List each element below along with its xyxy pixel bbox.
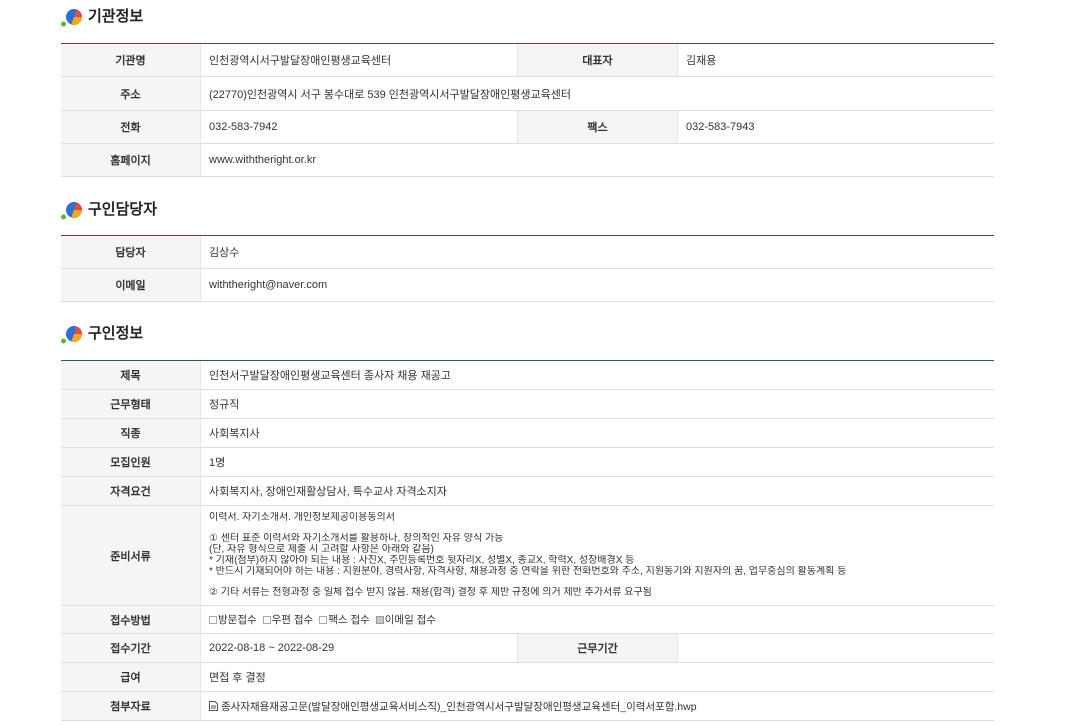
- method-mail-label: 우편 접수: [271, 614, 314, 626]
- documents-line: (단, 자유 형식으로 제출 시 고려할 사항은 아래와 같음): [209, 544, 434, 555]
- method-mail-checkbox[interactable]: [262, 615, 271, 624]
- address-value: (22770)인천광역시 서구 봉수대로 539 인천광역시서구발달장애인평생교…: [200, 77, 994, 110]
- salary-label: 급여: [61, 663, 200, 691]
- email-value: withtheright@naver.com: [200, 269, 994, 301]
- documents-line: ② 기타 서류는 전형과정 중 일체 접수 받지 않음. 채용(합격) 결정 후…: [209, 587, 652, 598]
- org-info-title: 기관정보: [88, 8, 144, 25]
- documents-label: 준비서류: [61, 506, 200, 605]
- method-fax-option[interactable]: 팩스 접수: [319, 612, 370, 627]
- contact-table: 담당자 김상수 이메일 withtheright@naver.com: [61, 235, 994, 302]
- org-info-heading: 기관정보: [61, 6, 143, 28]
- table-row: 홈페이지 www.withtheright.or.kr: [61, 144, 994, 177]
- table-row: 제목 인천서구발달장애인평생교육센터 종사자 채용 재공고: [61, 361, 994, 390]
- occupation-label: 직종: [61, 419, 200, 447]
- fax-value: 032-583-7943: [677, 111, 994, 143]
- method-email-checkbox[interactable]: [375, 615, 384, 624]
- work-period-value: [677, 634, 994, 662]
- table-row: 전화 032-583-7942 팩스 032-583-7943: [61, 111, 994, 144]
- job-posting-detail: 기관정보 기관명 인천광역시서구발달장애인평생교육센터 대표자 김재용 주소 (…: [0, 0, 1070, 725]
- application-method-label: 접수방법: [61, 606, 200, 633]
- work-period-label: 근무기간: [517, 634, 677, 662]
- salary-value: 면접 후 결정: [200, 663, 994, 691]
- attachment-label: 첨부자료: [61, 692, 200, 720]
- method-email-option[interactable]: 이메일 접수: [375, 612, 436, 627]
- phone-label: 전화: [61, 111, 200, 143]
- manager-value: 김상수: [200, 236, 994, 268]
- table-row: 주소 (22770)인천광역시 서구 봉수대로 539 인천광역시서구발달장애인…: [61, 77, 994, 111]
- contact-heading: 구인담당자: [61, 199, 157, 221]
- table-row: 급여 면접 후 결정: [61, 663, 994, 692]
- method-fax-checkbox[interactable]: [319, 615, 328, 624]
- org-info-table: 기관명 인천광역시서구발달장애인평생교육센터 대표자 김재용 주소 (22770…: [61, 43, 994, 177]
- file-icon: [209, 701, 218, 711]
- method-visit-option[interactable]: 방문접수: [209, 612, 257, 627]
- table-row: 직종 사회복지사: [61, 419, 994, 448]
- documents-line: * 반드시 기재되어야 하는 내용 : 지원분야, 경력사항, 자격사항, 채용…: [209, 566, 847, 577]
- job-info-heading: 구인정보: [61, 323, 143, 345]
- section-bullet-icon: [61, 202, 82, 220]
- attachment-link[interactable]: 종사자채용재공고문(발달장애인평생교육서비스직)_인천광역시서구발달장애인평생교…: [209, 699, 697, 714]
- method-visit-label: 방문접수: [218, 614, 257, 626]
- job-info-table: 제목 인천서구발달장애인평생교육센터 종사자 채용 재공고 근무형태 정규직 직…: [61, 360, 994, 721]
- method-email-label: 이메일 접수: [384, 614, 436, 626]
- ceo-value: 김재용: [677, 44, 994, 76]
- section-bullet-icon: [61, 326, 82, 344]
- documents-line: * 기재(첨부)하지 않아야 되는 내용 : 사진X, 주민등록번호 뒷자리X,…: [209, 555, 635, 566]
- subject-value: 인천서구발달장애인평생교육센터 종사자 채용 재공고: [200, 361, 994, 389]
- address-label: 주소: [61, 77, 200, 110]
- employment-type-label: 근무형태: [61, 390, 200, 418]
- table-row: 준비서류 이력서. 자기소개서. 개인정보제공이용동의서 ① 센터 표준 이력서…: [61, 506, 994, 606]
- table-row: 모집인원 1명: [61, 448, 994, 477]
- method-visit-checkbox[interactable]: [209, 615, 217, 624]
- homepage-label: 홈페이지: [61, 144, 200, 176]
- org-name-value: 인천광역시서구발달장애인평생교육센터: [200, 44, 517, 76]
- application-period-value: 2022-08-18 ~ 2022-08-29: [200, 634, 517, 662]
- qualifications-label: 자격요건: [61, 477, 200, 505]
- line-spacer: [209, 577, 986, 587]
- phone-value: 032-583-7942: [200, 111, 517, 143]
- table-row: 첨부자료 종사자채용재공고문(발달장애인평생교육서비스직)_인천광역시서구발달장…: [61, 692, 994, 721]
- ceo-label: 대표자: [517, 44, 677, 76]
- occupation-value: 사회복지사: [200, 419, 994, 447]
- table-row: 근무형태 정규직: [61, 390, 994, 419]
- headcount-value: 1명: [200, 448, 994, 476]
- documents-value: 이력서. 자기소개서. 개인정보제공이용동의서 ① 센터 표준 이력서와 자기소…: [200, 506, 994, 605]
- application-period-label: 접수기간: [61, 634, 200, 662]
- section-bullet-icon: [61, 9, 82, 27]
- method-mail-option[interactable]: 우편 접수: [262, 612, 314, 627]
- application-method-options: 방문접수 우편 접수 팩스 접수 이메일 접수: [200, 606, 994, 633]
- documents-line: ① 센터 표준 이력서와 자기소개서를 활용하나, 창의적인 자유 양식 가능: [209, 533, 504, 544]
- qualifications-value: 사회복지사, 장애인재활상담사, 특수교사 자격소지자: [200, 477, 994, 505]
- line-spacer: [209, 523, 986, 533]
- table-row: 이메일 withtheright@naver.com: [61, 269, 994, 302]
- method-fax-label: 팩스 접수: [328, 614, 370, 626]
- job-info-title: 구인정보: [88, 325, 144, 342]
- table-row: 기관명 인천광역시서구발달장애인평생교육센터 대표자 김재용: [61, 44, 994, 77]
- manager-label: 담당자: [61, 236, 200, 268]
- subject-label: 제목: [61, 361, 200, 389]
- contact-title: 구인담당자: [88, 201, 158, 218]
- table-row: 접수방법 방문접수 우편 접수 팩스 접수 이메일 접수: [61, 606, 994, 634]
- table-row: 자격요건 사회복지사, 장애인재활상담사, 특수교사 자격소지자: [61, 477, 994, 506]
- attachment-value: 종사자채용재공고문(발달장애인평생교육서비스직)_인천광역시서구발달장애인평생교…: [200, 692, 994, 720]
- table-row: 담당자 김상수: [61, 236, 994, 269]
- email-label: 이메일: [61, 269, 200, 301]
- employment-type-value: 정규직: [200, 390, 994, 418]
- headcount-label: 모집인원: [61, 448, 200, 476]
- attachment-file-name: 종사자채용재공고문(발달장애인평생교육서비스직)_인천광역시서구발달장애인평생교…: [221, 700, 697, 713]
- fax-label: 팩스: [517, 111, 677, 143]
- homepage-value: www.withtheright.or.kr: [200, 144, 994, 176]
- documents-line: 이력서. 자기소개서. 개인정보제공이용동의서: [209, 512, 395, 523]
- table-row: 접수기간 2022-08-18 ~ 2022-08-29 근무기간: [61, 634, 994, 663]
- org-name-label: 기관명: [61, 44, 200, 76]
